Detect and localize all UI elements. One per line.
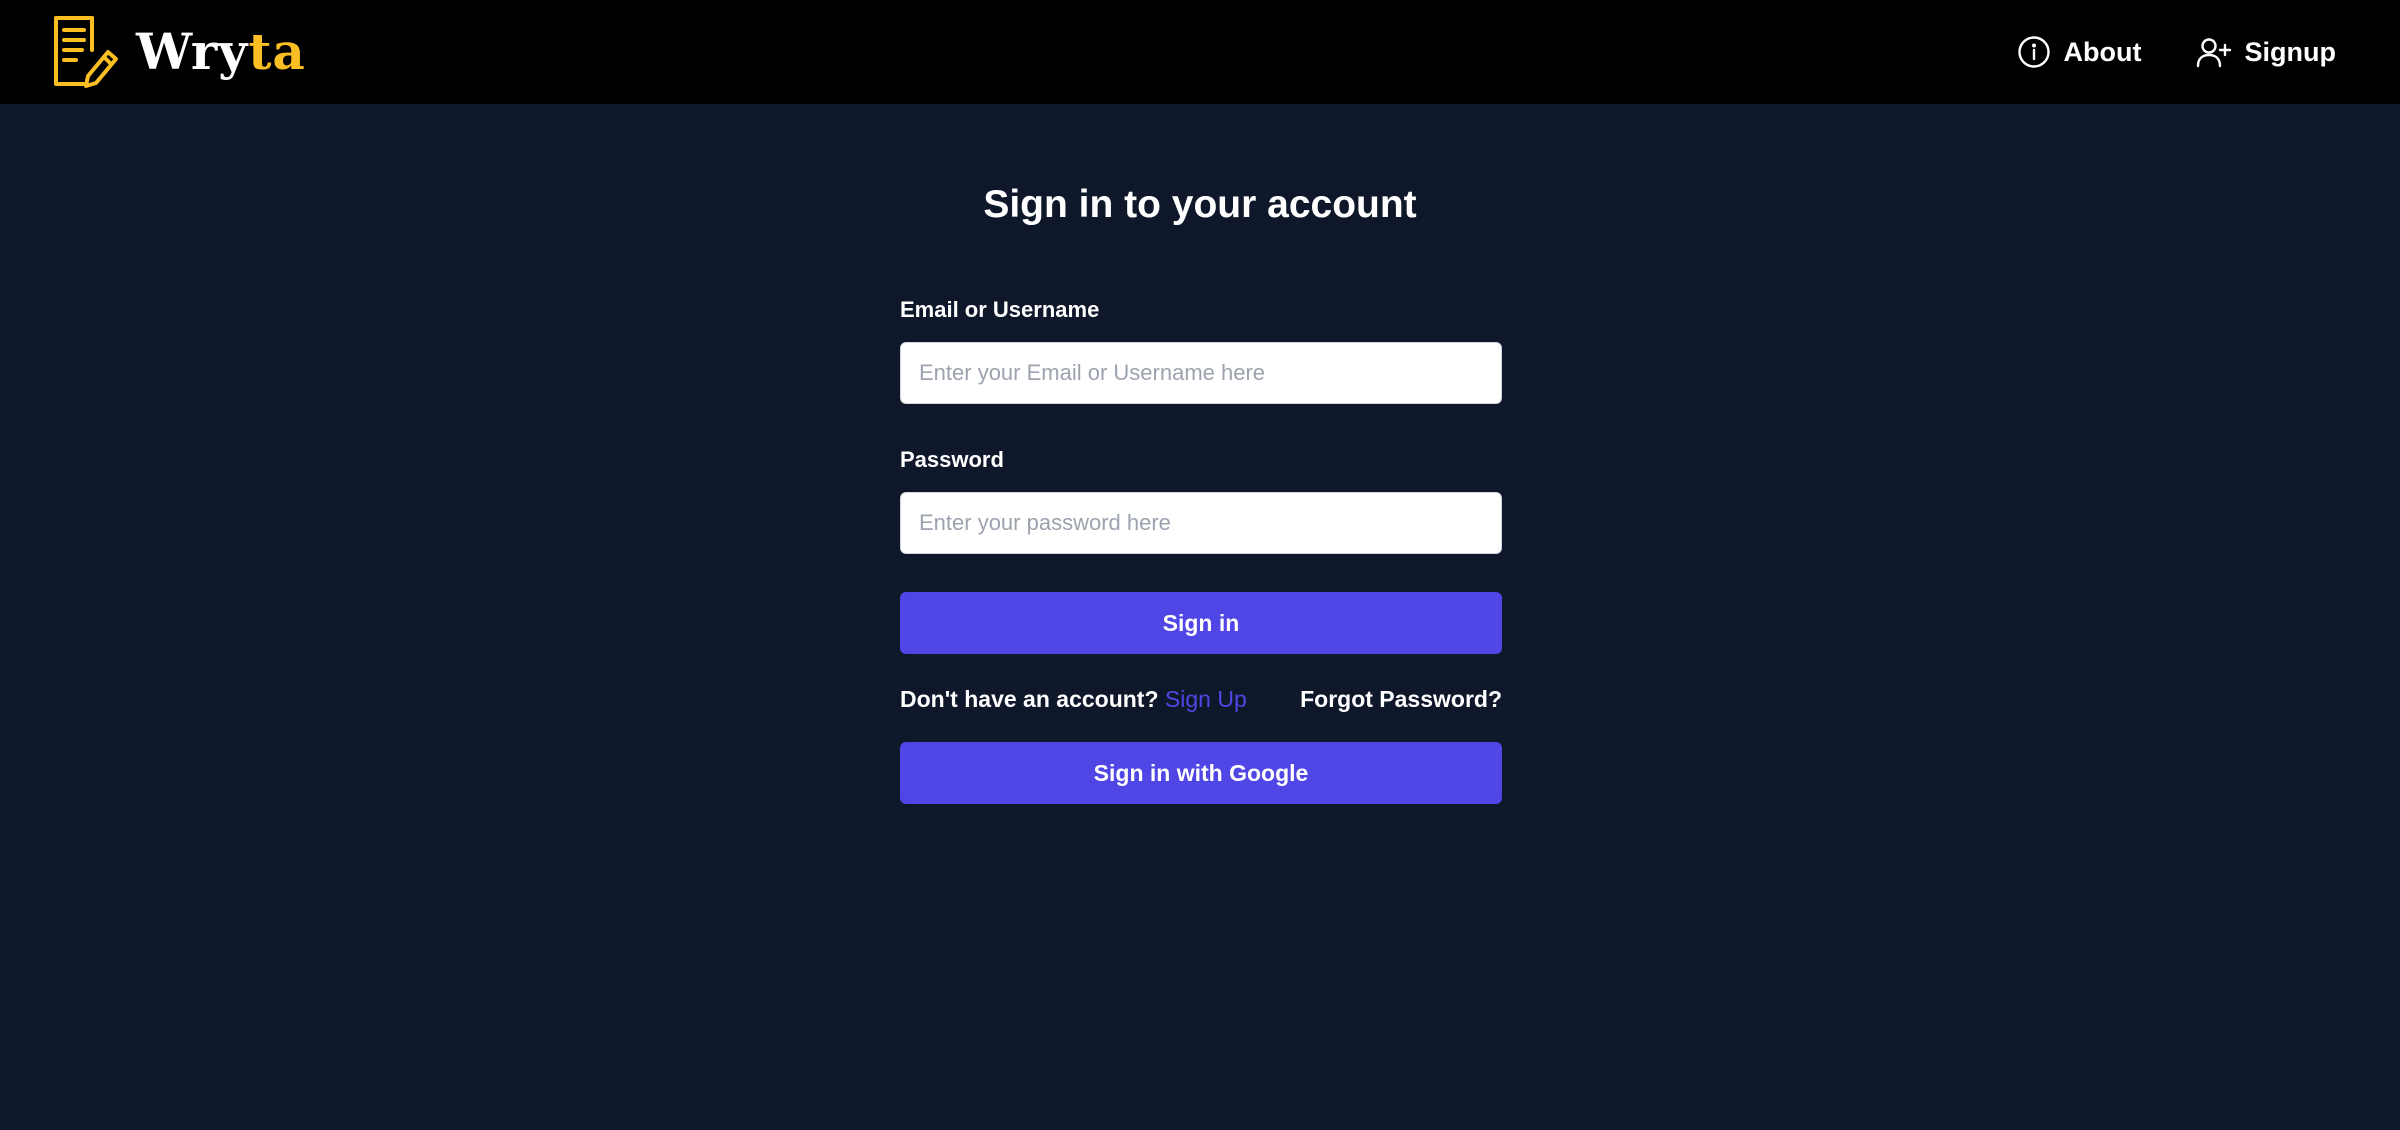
email-label: Email or Username [900, 297, 1100, 322]
brand-logo[interactable]: Wryta [48, 14, 306, 90]
no-account-prompt: Don't have an account? Sign Up [900, 682, 1247, 716]
signup-link[interactable]: Sign Up [1165, 686, 1247, 712]
email-field[interactable] [900, 342, 1502, 404]
top-navbar: Wryta About Signup [0, 0, 2400, 104]
nav-links: About Signup [1963, 0, 2336, 104]
password-field[interactable] [900, 492, 1502, 554]
nav-about-link[interactable]: About [2017, 35, 2142, 69]
brand-name: Wryta [136, 27, 306, 77]
notepad-pencil-icon [48, 14, 122, 90]
no-account-text: Don't have an account? [900, 686, 1159, 712]
nav-about-label: About [2063, 36, 2142, 67]
nav-signup-label: Signup [2244, 36, 2336, 67]
forgot-password-link[interactable]: Forgot Password? [1300, 682, 1502, 716]
user-plus-icon [2196, 36, 2245, 68]
signin-button[interactable]: Sign in [900, 592, 1502, 654]
page-title: Sign in to your account [983, 183, 1417, 226]
info-circle-icon [2017, 35, 2064, 69]
google-signin-button[interactable]: Sign in with Google [900, 742, 1502, 804]
brand-name-part2: ta [248, 22, 306, 81]
nav-signup-link[interactable]: Signup [2196, 36, 2336, 68]
account-links-row: Don't have an account? Sign Up Forgot Pa… [900, 682, 1502, 716]
brand-name-part1: Wry [136, 22, 249, 81]
password-label: Password [900, 447, 1004, 472]
